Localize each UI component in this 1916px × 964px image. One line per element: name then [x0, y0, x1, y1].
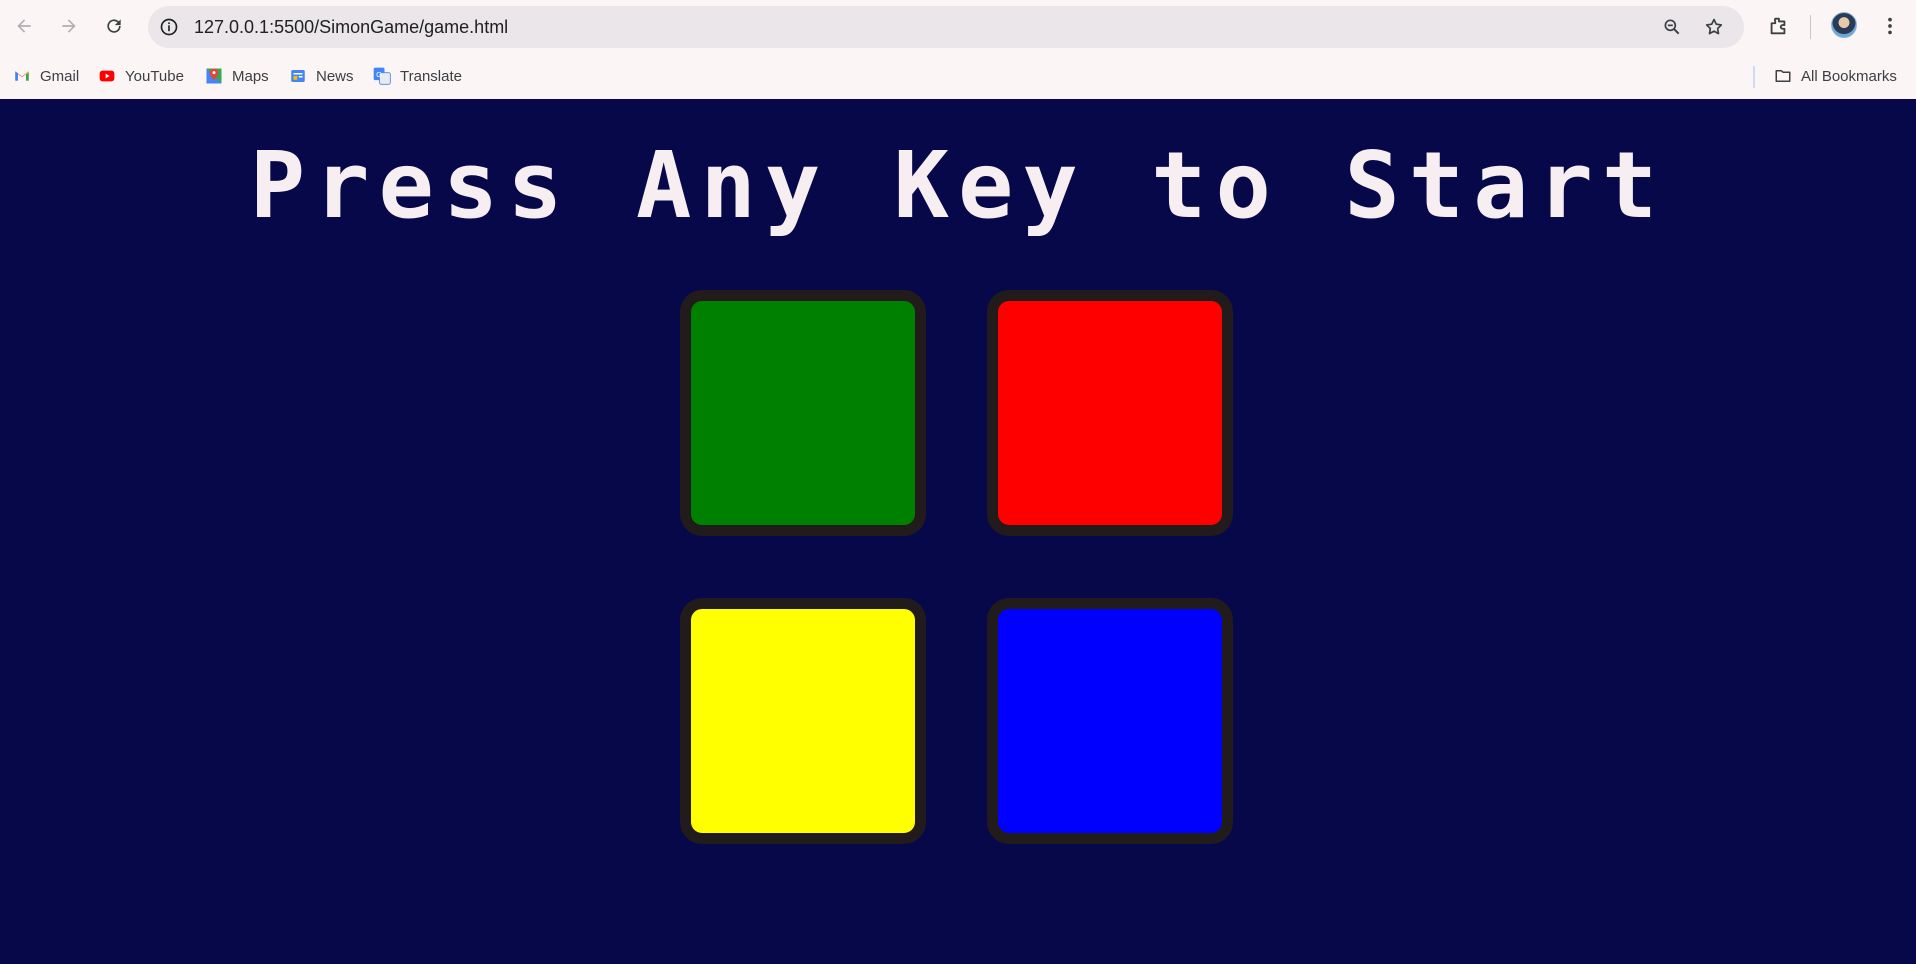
extensions-icon[interactable]	[1764, 12, 1792, 40]
gmail-icon	[12, 66, 32, 86]
youtube-icon	[97, 66, 117, 86]
bookmark-news[interactable]: News	[288, 64, 354, 88]
reload-button[interactable]	[98, 10, 130, 42]
menu-icon[interactable]	[1876, 12, 1904, 40]
game-page: Press Any Key to Start	[0, 99, 1916, 964]
url-text[interactable]: 127.0.0.1:5500/SimonGame/game.html	[194, 17, 508, 38]
bookmark-star-icon[interactable]	[1702, 15, 1726, 39]
level-title: Press Any Key to Start	[249, 132, 1667, 239]
bookmark-label: YouTube	[125, 67, 184, 85]
bookmark-gmail[interactable]: Gmail	[12, 64, 79, 88]
folder-icon	[1773, 66, 1793, 86]
arrow-right-icon	[62, 19, 76, 33]
browser-toolbar: 127.0.0.1:5500/SimonGame/game.html	[0, 0, 1916, 54]
news-icon	[288, 66, 308, 86]
bookmark-label: Maps	[232, 67, 269, 85]
svg-text:G: G	[376, 70, 382, 79]
translate-icon: G	[372, 66, 392, 86]
address-bar[interactable]: 127.0.0.1:5500/SimonGame/game.html	[148, 6, 1744, 48]
forward-button[interactable]	[53, 10, 85, 42]
green-button[interactable]	[680, 290, 926, 536]
reload-icon	[107, 19, 121, 33]
maps-icon	[204, 66, 224, 86]
bookmark-youtube[interactable]: YouTube	[97, 64, 184, 88]
zoom-icon[interactable]	[1660, 15, 1684, 39]
bookmark-label: Gmail	[40, 67, 80, 85]
bookmarks-divider	[1753, 66, 1755, 88]
arrow-left-icon	[17, 19, 31, 33]
red-button[interactable]	[987, 290, 1233, 536]
bookmark-label: Translate	[400, 67, 462, 85]
all-bookmarks-label: All Bookmarks	[1801, 67, 1897, 85]
bookmarks-bar: Gmail YouTube Maps News G Translate All …	[0, 54, 1916, 99]
blue-button[interactable]	[987, 598, 1233, 844]
bookmark-label: News	[316, 67, 354, 85]
all-bookmarks[interactable]: All Bookmarks	[1773, 64, 1897, 88]
yellow-button[interactable]	[680, 598, 926, 844]
profile-avatar[interactable]	[1831, 12, 1857, 38]
toolbar-divider	[1810, 15, 1811, 39]
back-button[interactable]	[8, 10, 40, 42]
bookmark-translate[interactable]: G Translate	[372, 64, 462, 88]
bookmark-maps[interactable]: Maps	[204, 64, 269, 88]
site-info-icon[interactable]	[158, 16, 180, 38]
